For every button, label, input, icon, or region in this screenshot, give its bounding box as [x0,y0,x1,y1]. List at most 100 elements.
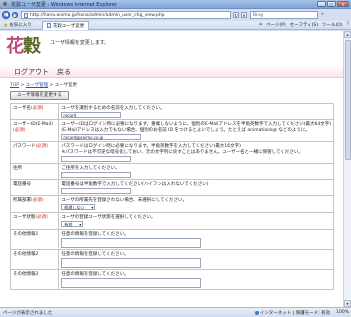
form-row: その他情報2 任意の情報を登録してください。 [9,249,334,270]
form-row-label: パスワード(必須) [9,141,60,164]
tools-menu[interactable]: ツール(O) [322,22,343,28]
field-input[interactable]: record@animo.co.jp [61,134,142,140]
address-tools: ↻ ✕ [233,12,247,18]
breadcrumb-sep: > [19,83,26,88]
home-icon[interactable]: ⌂ [259,22,262,28]
form-row-label: 所属部署(必須) [9,195,60,213]
breadcrumb-current: ユーザ変更 [54,83,78,88]
form-row-label: その他情報2 [9,249,60,270]
tab-current[interactable]: 花穀ユーザ変更 [41,20,90,30]
breadcrumb-user-admin[interactable]: ユーザ管理 [26,83,48,88]
page-menu[interactable]: ページ(P) [266,22,286,28]
nav-links: ログアウト 戻る [14,67,71,77]
field-textarea[interactable] [61,258,202,268]
form-row-field: 電話番号は半角数字で入力してください(ハイフンは入れないでください) [58,179,334,196]
command-bar: ★ お気に入り 花穀ユーザ変更 ⌂ ページ(P) セーフティ(S) ツール(O)… [0,20,351,30]
help-icon[interactable]: ? [347,22,349,28]
breadcrumb: TOP > ユーザ管理 > ユーザ変更 [10,82,77,88]
maximize-button[interactable]: □ [327,1,336,7]
form-row-field: ユーザーIDはログイン時に必要になります。重複しないように、個別のE-Mailア… [58,119,334,142]
field-label: ユーザ状態 [13,215,36,220]
required-mark: (必須) [35,144,49,149]
close-button[interactable]: ✕ [337,1,349,7]
address-url: http://hana.animo.jp/hana/admin/admin_us… [30,12,165,18]
forward-button[interactable]: ▶ [12,12,18,18]
form-row-field: 任意の情報を登録してください。 [58,229,334,250]
field-label: ユーザーID(E-Mail) [13,122,53,127]
form-row: パスワード(必須) パスワードはログイン時に必要になります。半角英数字を入力してく… [9,141,334,164]
scroll-thumb[interactable] [345,40,351,160]
required-mark: (必須) [35,215,48,220]
logout-link[interactable]: ログアウト [14,67,49,77]
field-input[interactable] [61,172,132,178]
field-hint: ユーザを識別するための名前を入力してください。 [61,106,165,111]
field-label: パスワード [13,144,36,149]
tab-title: 花穀ユーザ変更 [52,23,85,29]
required-mark: (必須) [31,198,44,203]
field-input[interactable]: record [61,112,122,118]
stop-icon[interactable]: ✕ [241,12,247,18]
form-row-label: その他情報1 [9,229,60,250]
search-icon[interactable]: ⌕ [319,11,326,19]
site-logo: 花穀 [6,35,44,59]
status-text: ページが表示されました [3,310,53,316]
field-label: その他情報2 [13,252,39,257]
status-bar: ページが表示されました インターネット | 保護モード: 有効 100% [0,307,351,317]
field-input[interactable] [61,156,132,162]
form-row-field: 任意の情報を登録してください。 [58,269,334,290]
minimize-button[interactable]: _ [317,1,326,7]
form-row: その他情報3 任意の情報を登録してください。 [9,269,334,290]
page-icon [24,12,28,18]
page-content: 花穀 ユーザ情報を変更します。 ログアウト 戻る TOP > ユーザ管理 > ユ… [0,31,343,307]
scroll-down-icon[interactable]: ▾ [344,300,351,307]
field-hint: ※パスワードは不可逆な暗号化しておい、元の文字列に戻すことはありません。ユーザー… [61,150,303,155]
zone-text: インターネット | 保護モード: 有効 [259,311,331,316]
logo-sub: 穀 [23,36,41,57]
vertical-scrollbar[interactable]: ▴ ▾ [343,31,351,307]
favorites-label: お気に入り [9,23,32,28]
field-label: 電話番号 [13,182,31,187]
ie-logo-icon [2,1,8,7]
window-title: 花穀ユーザ変更 - Windows Internet Explorer [11,1,118,8]
form-row: 住所 ご住所を入力してください。 [9,163,334,180]
field-label: その他情報3 [13,272,39,277]
field-select[interactable]: 有効 [61,221,84,227]
back-button[interactable]: ◀ [2,11,10,19]
command-bar-right: ⌂ ページ(P) セーフティ(S) ツール(O) ? [259,22,349,28]
field-label: その他情報1 [13,232,39,237]
form-row-field: 任意の情報を登録してください。 [58,249,334,270]
breadcrumb-top[interactable]: TOP [10,83,19,88]
form-row-field: パスワードはログイン時に必要になります。半角英数字を入力してください(最大16文… [58,141,334,164]
field-hint: (E-Mailアドレスは入力でもない場合、個別のお名前 ID をつけるとよいでし… [61,128,310,133]
field-hint: 任意の情報を登録してください。 [61,232,129,237]
field-hint: ユーザの所属先を登録されない場合、未選択にしてください。 [61,198,188,203]
form-row: 電話番号 電話番号は半角数字で入力してください(ハイフンは入れないでください) [9,179,334,196]
update-user-button[interactable]: ユーザ情報を変更する [10,91,69,100]
refresh-icon[interactable]: ↻ [233,12,239,18]
form-row-field: ユーザの所属先を登録されない場合、未選択にしてください。 経理しない [58,195,334,213]
back-link[interactable]: 戻る [57,67,71,77]
form-row: ユーザーID(E-Mail)(必須) ユーザーIDはログイン時に必要になります。重… [9,119,334,142]
search-input[interactable]: Bing [250,11,318,19]
favorites-button[interactable]: ★ お気に入り [3,22,32,29]
field-select[interactable]: 経理しない [61,204,96,210]
form-row: ユーザ名(必須) ユーザを識別するための名前を入力してください。 record [9,103,334,120]
search-placeholder: Bing [253,12,264,18]
required-mark: (必須) [13,128,26,133]
window-title-bar: 花穀ユーザ変更 - Windows Internet Explorer _ □ … [0,0,351,9]
field-hint: 電話番号は半角数字で入力してください(ハイフンは入れないでください) [61,182,209,187]
address-bar[interactable]: http://hana.animo.jp/hana/admin/admin_us… [21,11,231,19]
scroll-up-icon[interactable]: ▴ [344,31,351,38]
form-row: 所属部署(必須) ユーザの所属先を登録されない場合、未選択にしてください。 経理しな… [9,195,334,213]
form-row-label: ユーザ名(必須) [9,103,60,120]
required-mark: (必須) [30,106,44,111]
field-label: 住所 [13,166,22,171]
zoom-level[interactable]: 100% [336,310,349,316]
form-row-field: ご住所を入力してください。 [58,163,334,180]
safety-menu[interactable]: セーフティ(S) [290,22,318,28]
field-textarea[interactable] [61,278,202,288]
field-input[interactable] [61,188,132,194]
form-row-label: その他情報3 [9,269,60,290]
favorites-star-icon: ★ [3,21,9,29]
field-textarea[interactable] [61,238,202,248]
